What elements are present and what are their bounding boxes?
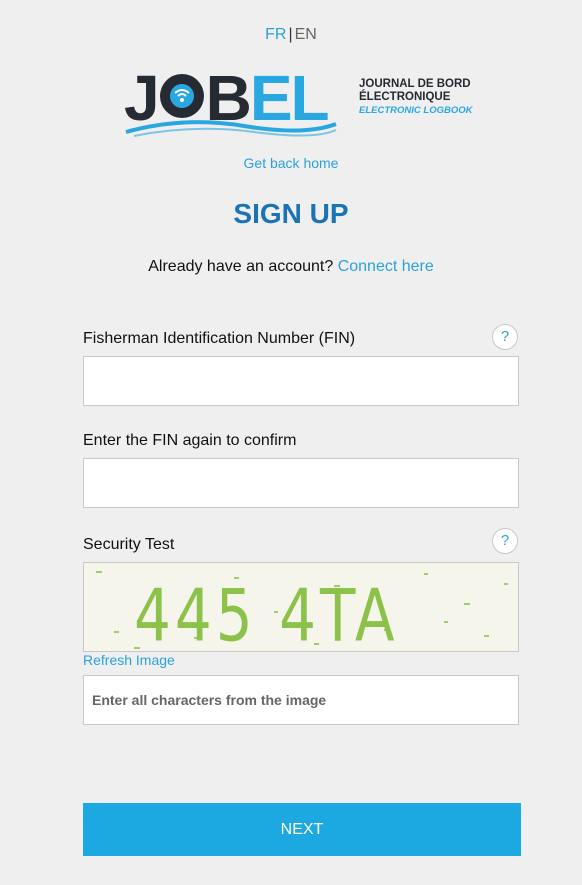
- fin-help-icon[interactable]: ?: [492, 324, 518, 350]
- logo-tagline: JOURNAL DE BORD ÉLECTRONIQUE ELECTRONIC …: [359, 78, 472, 117]
- lang-en-link[interactable]: EN: [295, 26, 317, 43]
- account-prompt-text: Already have an account?: [148, 258, 334, 275]
- language-switcher: FR | EN: [0, 26, 582, 44]
- fin-input[interactable]: [83, 356, 519, 406]
- account-prompt: Already have an account? Connect here: [0, 258, 582, 276]
- fin-confirm-input[interactable]: [83, 458, 519, 508]
- security-test-label: Security Test: [83, 536, 175, 553]
- fin-label: Fisherman Identification Number (FIN): [83, 330, 356, 347]
- logo-line-1: JOURNAL DE BORD: [359, 78, 471, 90]
- logo-line-3: ELECTRONIC LOGBOOK: [359, 105, 473, 116]
- connect-here-link[interactable]: Connect here: [338, 258, 434, 275]
- security-help-icon[interactable]: ?: [492, 528, 518, 554]
- get-back-home-link[interactable]: Get back home: [0, 155, 582, 171]
- logo-line-2: ÉLECTRONIQUE: [359, 91, 451, 103]
- fin-confirm-label: Enter the FIN again to confirm: [83, 432, 297, 449]
- wifi-icon: [159, 74, 204, 118]
- captcha-input[interactable]: [83, 675, 519, 725]
- captcha-text: 445 4TA: [134, 574, 399, 652]
- lang-fr-link[interactable]: FR: [265, 26, 286, 43]
- jobel-logo: J BEL JOURNAL DE BORD ÉLECTRONIQUE ELECTR…: [124, 66, 484, 142]
- wave-icon: [125, 120, 337, 137]
- next-button[interactable]: NEXT: [83, 803, 521, 856]
- page-title: SIGN UP: [233, 198, 349, 229]
- refresh-image-link[interactable]: Refresh Image: [83, 652, 175, 668]
- lang-separator: |: [288, 26, 293, 43]
- captcha-image: 445 4TA: [83, 562, 519, 652]
